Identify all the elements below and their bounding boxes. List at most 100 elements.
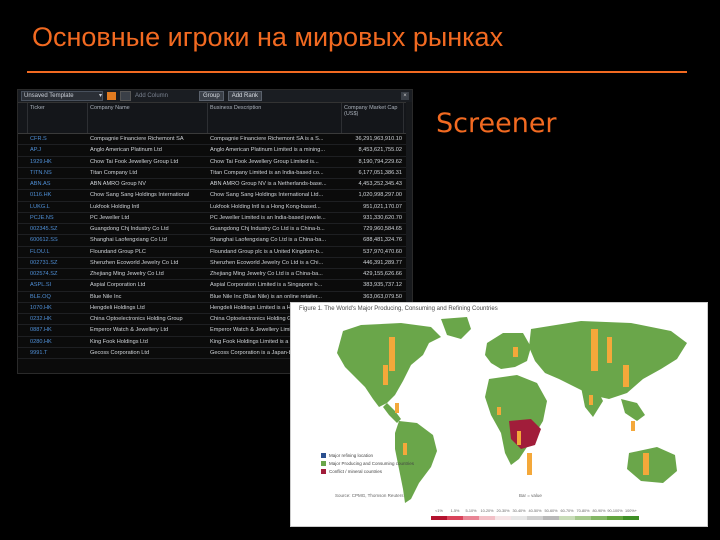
figure-note: Bar = value [519,493,542,498]
table-row[interactable]: 600612.SS Shanghai Laofengxiang Co Ltd Sha… [18,235,412,247]
ticker-cell[interactable]: CFR.S [28,136,88,142]
company-name-cell: Blue Nile Inc [90,293,122,300]
table-row[interactable]: 002574.SZ Zhejiang Ming Jewelry Co Ltd Zhe… [18,269,412,281]
legend-item: Conflict / mineral countries [321,469,414,474]
add-rank-button[interactable]: Add Rank [227,91,263,101]
bar-canada [389,337,395,371]
ticker-cell[interactable]: FLOU.L [28,249,88,255]
ticker-cell[interactable]: 002345.SZ [28,226,88,232]
ticker-cell[interactable]: 0887.HK [28,327,88,333]
screener-label: Screener [436,108,557,139]
ticker-cell[interactable]: ASPL.SI [28,282,88,288]
description-cell: Aspial Corporation Limited is a Singapor… [210,282,323,289]
scale-swatch [431,516,447,520]
company-name-cell: King Fook Holdings Ltd [90,338,148,345]
scale-swatch [527,516,543,520]
header-company-name[interactable]: Company Name [88,103,208,133]
header-market-cap[interactable]: Company Market Cap (US$) [342,103,404,133]
ticker-cell[interactable]: 1929.HK [28,159,88,165]
ticker-cell[interactable]: 0116.HK [28,192,88,198]
bar-europe [513,347,518,357]
table-row[interactable]: 002345.SZ Guangdong Chj Industry Co Ltd Gu… [18,224,412,236]
ticker-cell[interactable]: LUKG.L [28,204,88,210]
company-name-cell: Titan Company Ltd [90,169,138,176]
ticker-cell[interactable]: 600612.SS [28,237,88,243]
company-name-cell: ABN AMRO Group NV [90,181,146,188]
table-row[interactable]: 0116.HK Chow Sang Sang Holdings Internati… [18,190,412,202]
ticker-cell[interactable]: 9991.T [28,350,88,356]
scale-label: 40-50% [528,509,542,513]
scale-label: 10-20% [480,509,494,513]
description-cell: Shanghai Laofengxiang Co Ltd is a China-… [210,237,326,244]
figure-source: Source: CPMG, Thomson Reuters [335,493,404,498]
table-row[interactable]: ABN.AS ABN AMRO Group NV ABN AMRO Group NV… [18,179,412,191]
africa-land [485,375,547,465]
company-name-cell: Guangdong Chj Industry Co Ltd [90,226,169,233]
ticker-cell[interactable]: 1070.HK [28,305,88,311]
ticker-cell[interactable]: 002731.SZ [28,260,88,266]
header-ticker[interactable]: Ticker [28,103,88,133]
legend-label: Conflict / mineral countries [329,469,383,474]
description-cell: Chow Sang Sang Holdings International Lt… [210,192,324,199]
scale-label: 5-10% [465,509,477,513]
map-figure: Figure 1. The World's Major Producing, C… [290,302,708,527]
ticker-cell[interactable]: ABN.AS [28,181,88,187]
close-icon[interactable]: × [401,92,409,100]
scale-swatch [607,516,623,520]
table-row[interactable]: 1929.HK Chow Tai Fook Jewellery Group Ltd… [18,157,412,168]
description-cell: ABN AMRO Group NV is a Netherlands-base.… [210,181,327,188]
market-cap-cell: 688,481,324.76 [363,237,402,244]
description-cell: Zhejiang Ming Jewelry Co Ltd is a China-… [210,271,323,278]
group-button[interactable]: Group [199,91,224,101]
table-row[interactable]: TITN.NS Titan Company Ltd Titan Company Li… [18,168,412,179]
header-business-description[interactable]: Business Description [208,103,342,133]
table-row[interactable]: AP.J Anglo American Platinum Ltd Anglo Ame… [18,145,412,157]
ticker-cell[interactable]: PCJE.NS [28,215,88,221]
australia-land [627,447,677,483]
scale-label: 90-100% [607,509,623,513]
scale-label: 50-60% [544,509,558,513]
title-underline [27,71,687,73]
market-cap-cell: 1,020,998,297.00 [358,192,402,199]
bar-india [589,395,593,405]
ticker-cell[interactable]: BLE.OQ [28,294,88,300]
description-cell: Shenzhen Ecoworld Jewelry Co Ltd is a Ch… [210,259,324,266]
header-select-col[interactable] [18,103,28,133]
save-icon[interactable] [107,92,116,100]
scale-label: 80-90% [592,509,606,513]
market-cap-cell: 36,291,963,910.10 [355,136,402,143]
map-legend: Major refining location Major Producing a… [321,453,414,477]
table-row[interactable]: 002731.SZ Shenzhen Ecoworld Jewelry Co Lt… [18,258,412,269]
add-column-input[interactable]: Add Column [135,93,195,99]
bar-west-africa [497,407,501,415]
legend-label: Major Producing and Consuming countries [329,461,415,466]
color-scale-bar [431,516,639,520]
table-row[interactable]: ASPL.SI Aspial Corporation Ltd Aspial Corp… [18,280,412,292]
company-name-cell: Hengdeli Holdings Ltd [90,304,145,311]
legend-swatch [321,453,326,458]
ticker-cell[interactable]: AP.J [28,147,88,153]
table-row[interactable]: CFR.S Compagnie Financiere Richemont SA Co… [18,134,412,146]
ticker-cell[interactable]: 0232.HK [28,316,88,322]
legend-swatch [321,461,326,466]
company-name-cell: Chow Sang Sang Holdings International [90,192,190,199]
table-row[interactable]: PCJE.NS PC Jeweller Ltd PC Jeweller Limite… [18,213,412,224]
table-row[interactable]: FLOU.L Floundand Group PLC Floundand Group… [18,247,412,258]
company-name-cell: Aspial Corporation Ltd [90,282,146,289]
scale-swatch [559,516,575,520]
options-icon[interactable] [120,91,131,101]
table-row[interactable]: LUKG.L Lukfook Holding Intl Lukfook Holdin… [18,202,412,213]
screener-toolbar: Unsaved Template ▾ Add Column Group Add … [18,90,412,103]
ticker-cell[interactable]: TITN.NS [28,170,88,176]
ticker-cell[interactable]: 002574.SZ [28,271,88,277]
scale-swatch [623,516,639,520]
scale-label: 20-30% [496,509,510,513]
template-select[interactable]: Unsaved Template ▾ [21,91,103,101]
scale-swatch [511,516,527,520]
description-cell: Titan Company Limited is an India-based … [210,169,324,176]
scale-swatch [479,516,495,520]
bar-china [623,365,629,387]
market-cap-cell: 8,190,794,229.62 [358,158,402,165]
ticker-cell[interactable]: 0280.HK [28,339,88,345]
company-name-cell: Gecoss Corporation Ltd [90,349,150,356]
